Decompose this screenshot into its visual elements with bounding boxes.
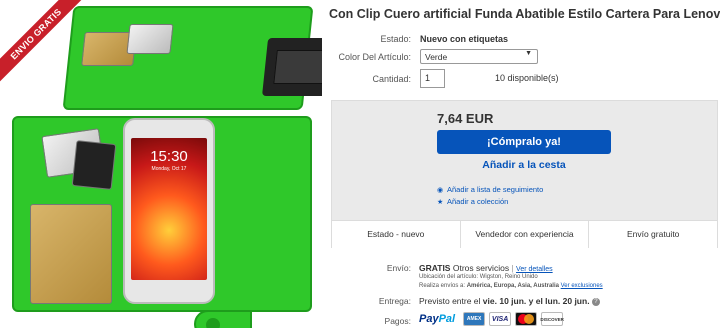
wallet-open-view	[62, 6, 322, 110]
delivery-estimate: Previsto entre el vie. 10 jun. y el lun.…	[419, 296, 600, 306]
discover-logo: DISCOVER	[540, 312, 564, 326]
trust-bar: Estado - nuevo Vendedor con experiencia …	[332, 220, 717, 248]
info-icon[interactable]: ?	[591, 297, 600, 306]
exclusions-link[interactable]: Ver exclusiones	[561, 283, 603, 289]
card-illustration	[126, 24, 174, 54]
shipping-free: GRATIS	[419, 263, 451, 273]
phone-date: Monday, Oct 17	[151, 166, 187, 172]
paypal-logo-pal: Pal	[438, 313, 456, 325]
collection-link[interactable]: ★ Añadir a colección	[437, 197, 508, 206]
shipping-label: Envío:	[386, 263, 411, 273]
phone-screen: 15:30 Monday, Oct 17	[131, 138, 207, 280]
paypal-logo: PayPal	[419, 313, 455, 325]
product-title: Con Clip Cuero artificial Funda Abatible…	[329, 7, 720, 21]
watchlist-link[interactable]: ◉ Añadir a lista de seguimiento	[437, 185, 543, 194]
shipping-summary: GRATIS Otros servicios | Ver detalles	[419, 263, 553, 273]
color-label: Color Del Artículo:	[338, 52, 411, 62]
chevron-down-icon: ▼	[525, 50, 532, 57]
item-location: Ubicación del artículo: Wigston, Reino U…	[419, 274, 538, 280]
paypal-logo-pay: Pay	[419, 313, 439, 325]
price: 7,64 EUR	[437, 111, 494, 126]
ships-to: Realiza envíos a: América, Europa, Asia,…	[419, 283, 603, 289]
mastercard-logo	[515, 312, 538, 326]
buy-now-button[interactable]: ¡Cómpralo ya!	[437, 130, 611, 154]
phone-time: 15:30	[150, 148, 188, 165]
collection-label: Añadir a colección	[447, 197, 509, 206]
ships-to-prefix: Realiza envíos a:	[419, 283, 466, 289]
free-shipping-ribbon: ENVIO GRATIS	[0, 0, 90, 90]
eye-icon: ◉	[437, 187, 444, 194]
quantity-label: Cantidad:	[372, 74, 411, 84]
amex-logo: AMEX	[463, 312, 486, 326]
condition-label: Estado:	[380, 34, 411, 44]
card-illustration	[71, 140, 117, 190]
color-select[interactable]: Verde ▼	[420, 49, 538, 64]
color-select-value: Verde	[425, 52, 448, 62]
ships-to-regions: América, Europa, Asia, Australia	[466, 283, 559, 289]
buy-box: 7,64 EUR ¡Cómpralo ya! Añadir a la cesta…	[331, 100, 718, 248]
delivery-label: Entrega:	[378, 296, 411, 306]
trust-condition: Estado - nuevo	[332, 221, 461, 248]
watchlist-label: Añadir a lista de seguimiento	[447, 185, 544, 194]
visa-logo: VISA	[489, 312, 512, 326]
shipping-service: Otros servicios	[452, 263, 510, 273]
quantity-input[interactable]: 1	[420, 69, 445, 88]
add-to-cart-link[interactable]: Añadir a la cesta	[437, 159, 611, 171]
phone-illustration: 15:30 Monday, Oct 17	[123, 118, 215, 304]
shipping-details-link[interactable]: Ver detalles	[516, 266, 553, 273]
star-icon: ★	[437, 199, 444, 206]
payment-methods: PayPal AMEX VISA DISCOVER	[419, 312, 564, 326]
ribbon-text: ENVIO GRATIS	[0, 0, 90, 90]
payments-label: Pagos:	[384, 316, 411, 326]
condition-value: Nuevo con etiquetas	[420, 34, 509, 44]
phone-clip	[262, 38, 322, 96]
mastercard-illustration	[30, 204, 112, 304]
available-count: 10 disponible(s)	[495, 73, 559, 83]
delivery-dates: vie. 10 jun. y el lun. 20 jun.	[482, 296, 590, 306]
trust-shipping: Envío gratuito	[626, 229, 680, 239]
wallet-strap	[194, 310, 252, 328]
delivery-prefix: Previsto entre el	[419, 296, 481, 306]
trust-seller: Vendedor con experiencia	[461, 221, 590, 248]
product-image[interactable]: ENVIO GRATIS 15:30 Monday, Oct 17	[0, 0, 322, 328]
